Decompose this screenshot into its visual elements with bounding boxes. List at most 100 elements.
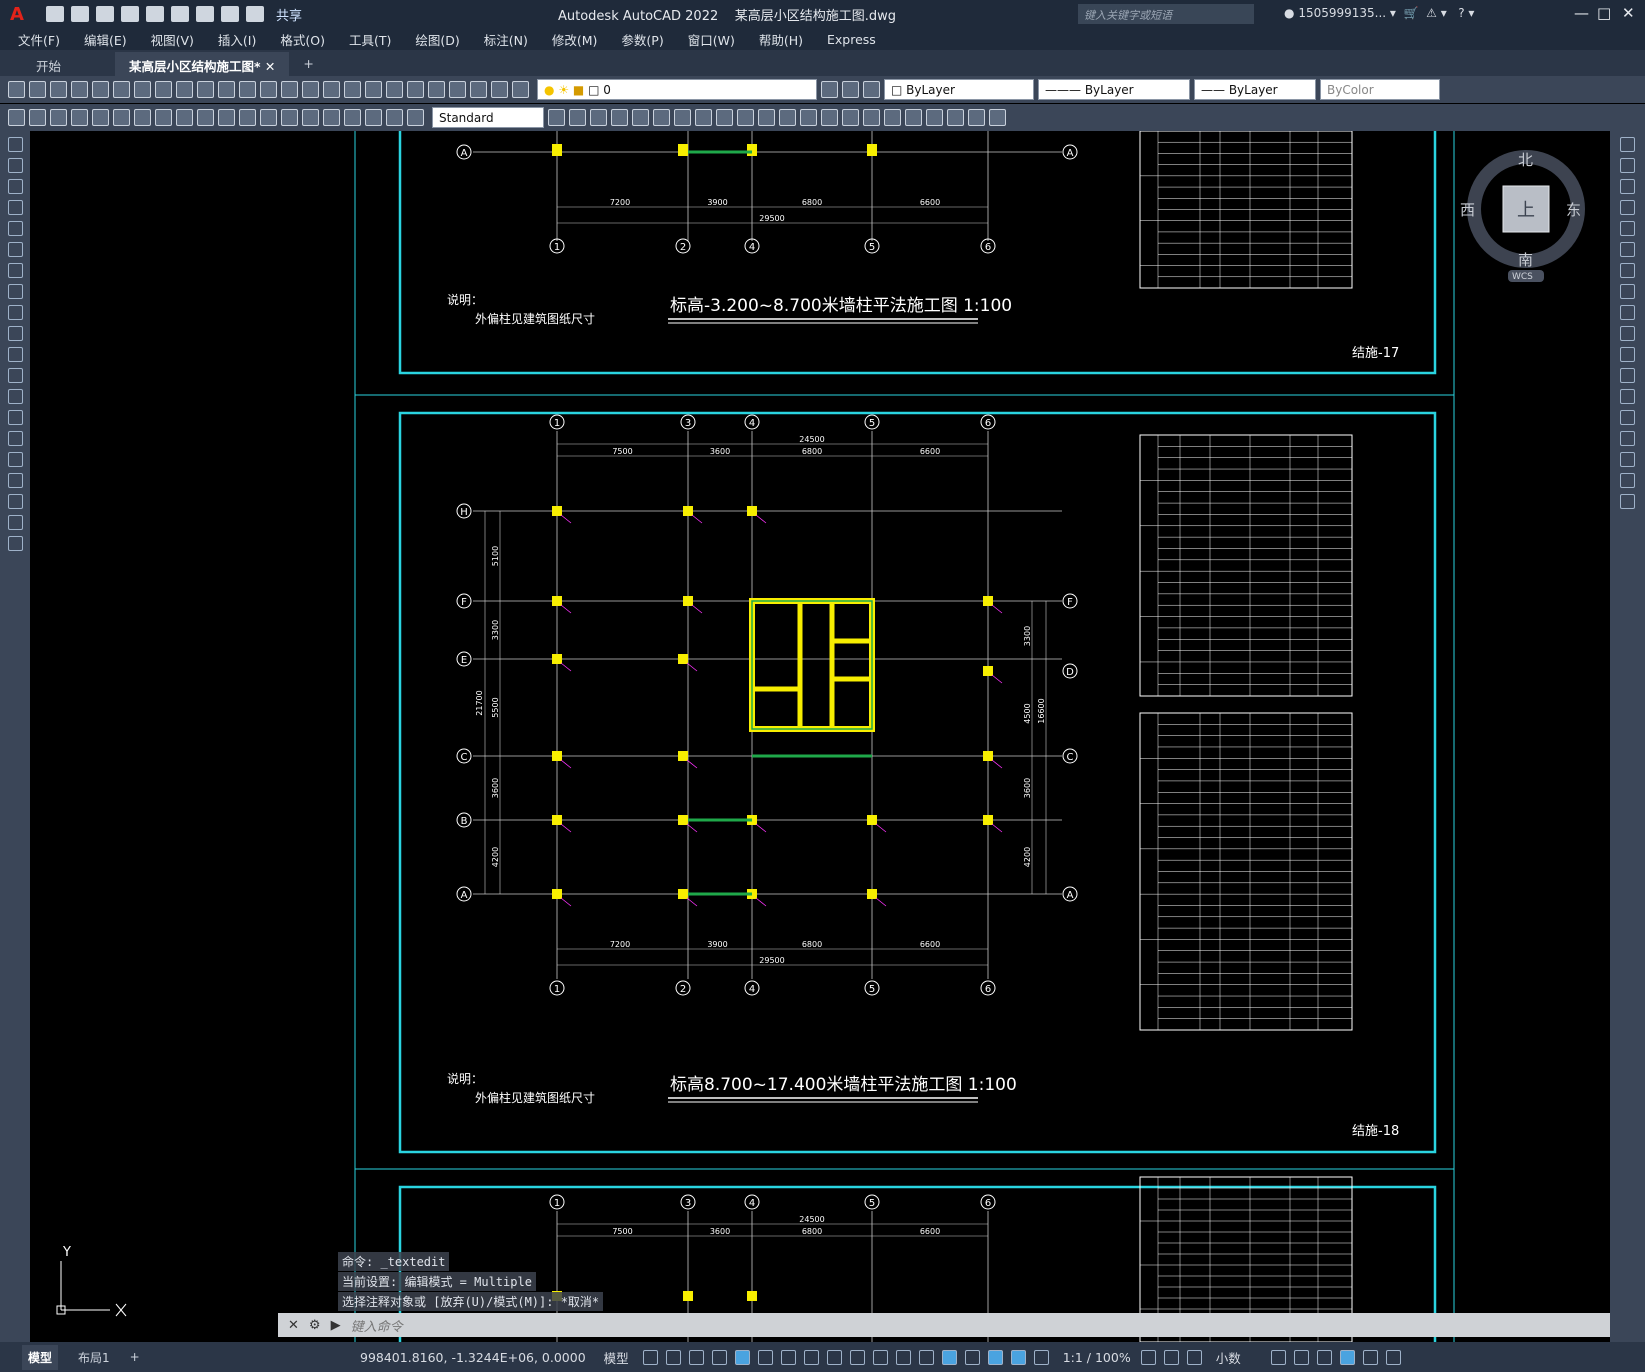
transparency-icon[interactable] (872, 1349, 888, 1365)
cut-icon[interactable] (155, 81, 172, 98)
construction-line-icon[interactable] (7, 158, 23, 173)
line-icon[interactable] (7, 137, 23, 152)
copy-object-icon[interactable] (590, 109, 607, 126)
dim-jogged-icon[interactable] (113, 109, 130, 126)
menu-draw[interactable]: 绘图(D) (415, 30, 459, 49)
open-file-icon[interactable] (71, 6, 89, 22)
selection-cycling-icon[interactable] (895, 1349, 911, 1365)
join-icon[interactable] (821, 109, 838, 126)
paste-icon[interactable] (197, 81, 214, 98)
model-space-toggle[interactable]: 模型 (604, 1348, 629, 1367)
plotstyle-dropdown[interactable]: ByColor (1320, 79, 1440, 100)
dim-edit-icon[interactable] (365, 109, 382, 126)
save-as-icon[interactable] (121, 6, 139, 22)
tab-document[interactable]: 某高层小区结构施工图* ✕ (115, 52, 290, 76)
menu-view[interactable]: 视图(V) (151, 30, 194, 49)
sheet-set-icon[interactable] (428, 81, 445, 98)
share-button[interactable]: 共享 (276, 5, 302, 24)
dim-radius-icon[interactable] (92, 109, 109, 126)
graphics-performance-icon[interactable] (1339, 1349, 1355, 1365)
match-prop-icon[interactable] (218, 81, 235, 98)
properties-icon[interactable] (365, 81, 382, 98)
dim-update-icon[interactable] (407, 109, 424, 126)
dim-arc-icon[interactable] (50, 109, 67, 126)
rotate-icon[interactable] (695, 109, 712, 126)
undo-icon[interactable] (239, 81, 256, 98)
viewcube-top-face[interactable]: 上 (1517, 196, 1535, 222)
menu-help[interactable]: 帮助(H) (759, 30, 803, 49)
color-dropdown[interactable]: □ ByLayer (884, 79, 1034, 100)
minimize-button[interactable]: — (1574, 4, 1589, 22)
ellipse-arc-icon[interactable] (7, 347, 23, 362)
redo-icon[interactable] (260, 81, 277, 98)
user-account[interactable]: ● 1505999135... ▾ 🛒 ⚠ ▾ ? ▾ (1284, 6, 1474, 20)
break-icon[interactable] (800, 109, 817, 126)
gradient-icon[interactable] (7, 452, 23, 467)
mirror-icon[interactable] (611, 109, 628, 126)
menu-parametric[interactable]: 参数(P) (621, 30, 663, 49)
break-point-icon[interactable] (1620, 368, 1635, 383)
zoom-realtime-icon[interactable] (302, 81, 319, 98)
insert-block-icon[interactable] (7, 368, 23, 383)
copy-icon[interactable] (176, 81, 193, 98)
break-icon[interactable] (1620, 389, 1635, 404)
mirror-icon[interactable] (1620, 179, 1635, 194)
clean-screen-icon[interactable] (1362, 1349, 1378, 1365)
extend-icon[interactable] (779, 109, 796, 126)
auto-scale-icon[interactable] (1033, 1349, 1049, 1365)
quick-properties-icon[interactable] (1186, 1349, 1202, 1365)
units-selector[interactable]: 小数 (1216, 1348, 1241, 1367)
dim-style-dropdown[interactable]: Standard (432, 107, 544, 128)
layer-dropdown[interactable]: ● ☀ ■ □ 0 (537, 79, 817, 100)
erase-icon[interactable] (1620, 137, 1635, 152)
jogged-linear-icon[interactable] (344, 109, 361, 126)
command-input[interactable]: 键入命令 (351, 1316, 403, 1335)
viewcube-south[interactable]: 南 (1518, 249, 1533, 270)
chamfer-icon[interactable] (842, 109, 859, 126)
center-mark-icon[interactable] (302, 109, 319, 126)
dim-angular-icon[interactable] (155, 109, 172, 126)
menu-express[interactable]: Express (827, 32, 876, 47)
inspect-icon[interactable] (323, 109, 340, 126)
markup-icon[interactable] (449, 81, 466, 98)
dim-diameter-icon[interactable] (134, 109, 151, 126)
web-icon[interactable] (134, 81, 151, 98)
polyline-icon[interactable] (7, 179, 23, 194)
offset-icon[interactable] (1620, 200, 1635, 215)
plot-icon[interactable] (196, 6, 214, 22)
point-icon[interactable] (905, 109, 922, 126)
search-input[interactable]: 键入关键字或短语 (1078, 4, 1254, 24)
trim-icon[interactable] (758, 109, 775, 126)
new-tab-button[interactable]: + (289, 52, 327, 76)
lineweight-dropdown[interactable]: —— ByLayer (1194, 79, 1316, 100)
new-file-icon[interactable] (46, 6, 64, 22)
gizmo-icon[interactable] (987, 1349, 1003, 1365)
xref-icon[interactable] (926, 109, 943, 126)
rotate-icon[interactable] (1620, 263, 1635, 278)
snap-icon[interactable] (665, 1349, 681, 1365)
fillet-icon[interactable] (863, 109, 880, 126)
offset-icon[interactable] (632, 109, 649, 126)
layer-manager-icon[interactable] (512, 81, 529, 98)
blend-icon[interactable] (1620, 473, 1635, 488)
annotation-visibility-icon[interactable] (1010, 1349, 1026, 1365)
preview-icon[interactable] (92, 81, 109, 98)
mtext-icon[interactable] (7, 515, 23, 530)
dim-style-icon[interactable] (548, 109, 565, 126)
selection-filter-icon[interactable] (964, 1349, 980, 1365)
polygon-icon[interactable] (7, 200, 23, 215)
menu-file[interactable]: 文件(F) (18, 30, 60, 49)
open-icon[interactable] (29, 81, 46, 98)
object-snap-tracking-icon[interactable] (803, 1349, 819, 1365)
calculator-icon[interactable] (470, 81, 487, 98)
make-block-icon[interactable] (7, 389, 23, 404)
lock-ui-icon[interactable] (1293, 1349, 1309, 1365)
make-current-icon[interactable] (821, 81, 838, 98)
3d-osnap-icon[interactable] (918, 1349, 934, 1365)
menu-tools[interactable]: 工具(T) (349, 30, 391, 49)
erase-icon[interactable] (569, 109, 586, 126)
dim-baseline-icon[interactable] (197, 109, 214, 126)
quick-dim-icon[interactable] (176, 109, 193, 126)
autocad-logo-icon[interactable]: A (6, 3, 28, 25)
scale-icon[interactable] (1620, 284, 1635, 299)
